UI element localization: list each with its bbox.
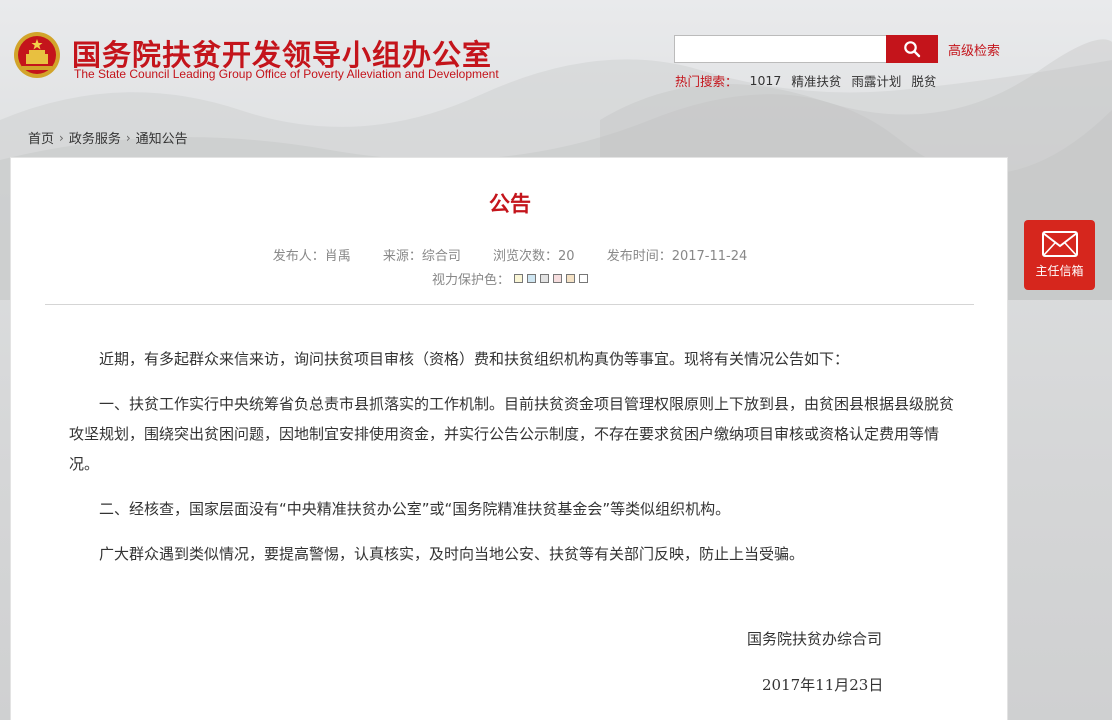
search-button[interactable] bbox=[886, 35, 938, 63]
article-paragraph: 一、扶贫工作实行中央统筹省负总责市县抓落实的工作机制。目前扶贫资金项目管理权限原… bbox=[69, 395, 955, 473]
eye-care-swatch-gray[interactable] bbox=[540, 274, 549, 283]
eye-care-swatch-pink[interactable] bbox=[553, 274, 562, 283]
hot-search-label: 热门搜索： bbox=[675, 74, 738, 89]
hot-search-item[interactable]: 精准扶贫 bbox=[791, 71, 841, 90]
eye-care-color-selector: 视力保护色： bbox=[11, 269, 1009, 288]
article-signoff: 国务院扶贫办综合司 bbox=[747, 630, 883, 648]
breadcrumb-notices[interactable]: 通知公告 bbox=[136, 128, 188, 147]
breadcrumb-home[interactable]: 首页 bbox=[28, 128, 54, 147]
article-paragraph: 近期，有多起群众来信来访，询问扶贫项目审核（资格）费和扶贫组织机构真伪等事宜。现… bbox=[99, 350, 850, 368]
eye-care-label: 视力保护色： bbox=[431, 273, 510, 288]
article-panel: 公告 发布人：肖禹 来源：综合司 浏览次数：20 发布时间：2017-11-24… bbox=[10, 157, 1008, 720]
publish-time: 发布时间：2017-11-24 bbox=[606, 249, 748, 264]
article-body: 近期，有多起群众来信来访，询问扶贫项目审核（资格）费和扶贫组织机构真伪等事宜。现… bbox=[69, 344, 961, 584]
hot-search-item[interactable]: 1017 bbox=[750, 73, 782, 88]
search-input[interactable] bbox=[674, 35, 887, 63]
search-icon bbox=[904, 41, 921, 58]
source: 来源：综合司 bbox=[382, 249, 461, 264]
advanced-search-link[interactable]: 高级检索 bbox=[948, 40, 1000, 59]
article-paragraph: 二、经核查，国家层面没有“中央精准扶贫办公室”或“国务院精准扶贫基金会”等类似组… bbox=[99, 500, 731, 518]
publisher: 发布人：肖禹 bbox=[272, 249, 351, 264]
national-emblem-icon[interactable] bbox=[12, 30, 62, 80]
eye-care-swatch-blue[interactable] bbox=[527, 274, 536, 283]
chevron-right-icon: › bbox=[59, 130, 64, 145]
site-subtitle: The State Council Leading Group Office o… bbox=[74, 67, 499, 81]
chevron-right-icon: › bbox=[125, 130, 131, 145]
view-count: 浏览次数：20 bbox=[493, 249, 575, 264]
hot-search-item[interactable]: 脱贫 bbox=[911, 71, 936, 90]
envelope-icon bbox=[1041, 231, 1078, 257]
director-mailbox-button[interactable]: 主任信箱 bbox=[1024, 220, 1095, 290]
breadcrumb: 首页 › 政务服务 › 通知公告 bbox=[28, 128, 188, 148]
divider bbox=[45, 304, 974, 305]
article-title: 公告 bbox=[489, 192, 531, 216]
mailbox-label: 主任信箱 bbox=[1035, 264, 1084, 278]
eye-care-swatch-yellow[interactable] bbox=[514, 274, 523, 283]
site-header: 国务院扶贫开发领导小组办公室 The State Council Leading… bbox=[0, 0, 1112, 120]
eye-care-swatch-orange[interactable] bbox=[566, 274, 575, 283]
eye-care-swatch-white[interactable] bbox=[579, 274, 588, 283]
article-paragraph: 广大群众遇到类似情况，要提高警惕，认真核实，及时向当地公安、扶贫等有关部门反映，… bbox=[99, 545, 805, 563]
article-meta: 发布人：肖禹 来源：综合司 浏览次数：20 发布时间：2017-11-24 bbox=[11, 245, 1009, 264]
breadcrumb-government-services[interactable]: 政务服务 bbox=[69, 128, 121, 147]
hot-search-bar: 热门搜索： 1017 精准扶贫 雨露计划 脱贫 bbox=[675, 71, 936, 90]
hot-search-item[interactable]: 雨露计划 bbox=[851, 71, 901, 90]
article-date: 2017年11月23日 bbox=[762, 676, 884, 694]
